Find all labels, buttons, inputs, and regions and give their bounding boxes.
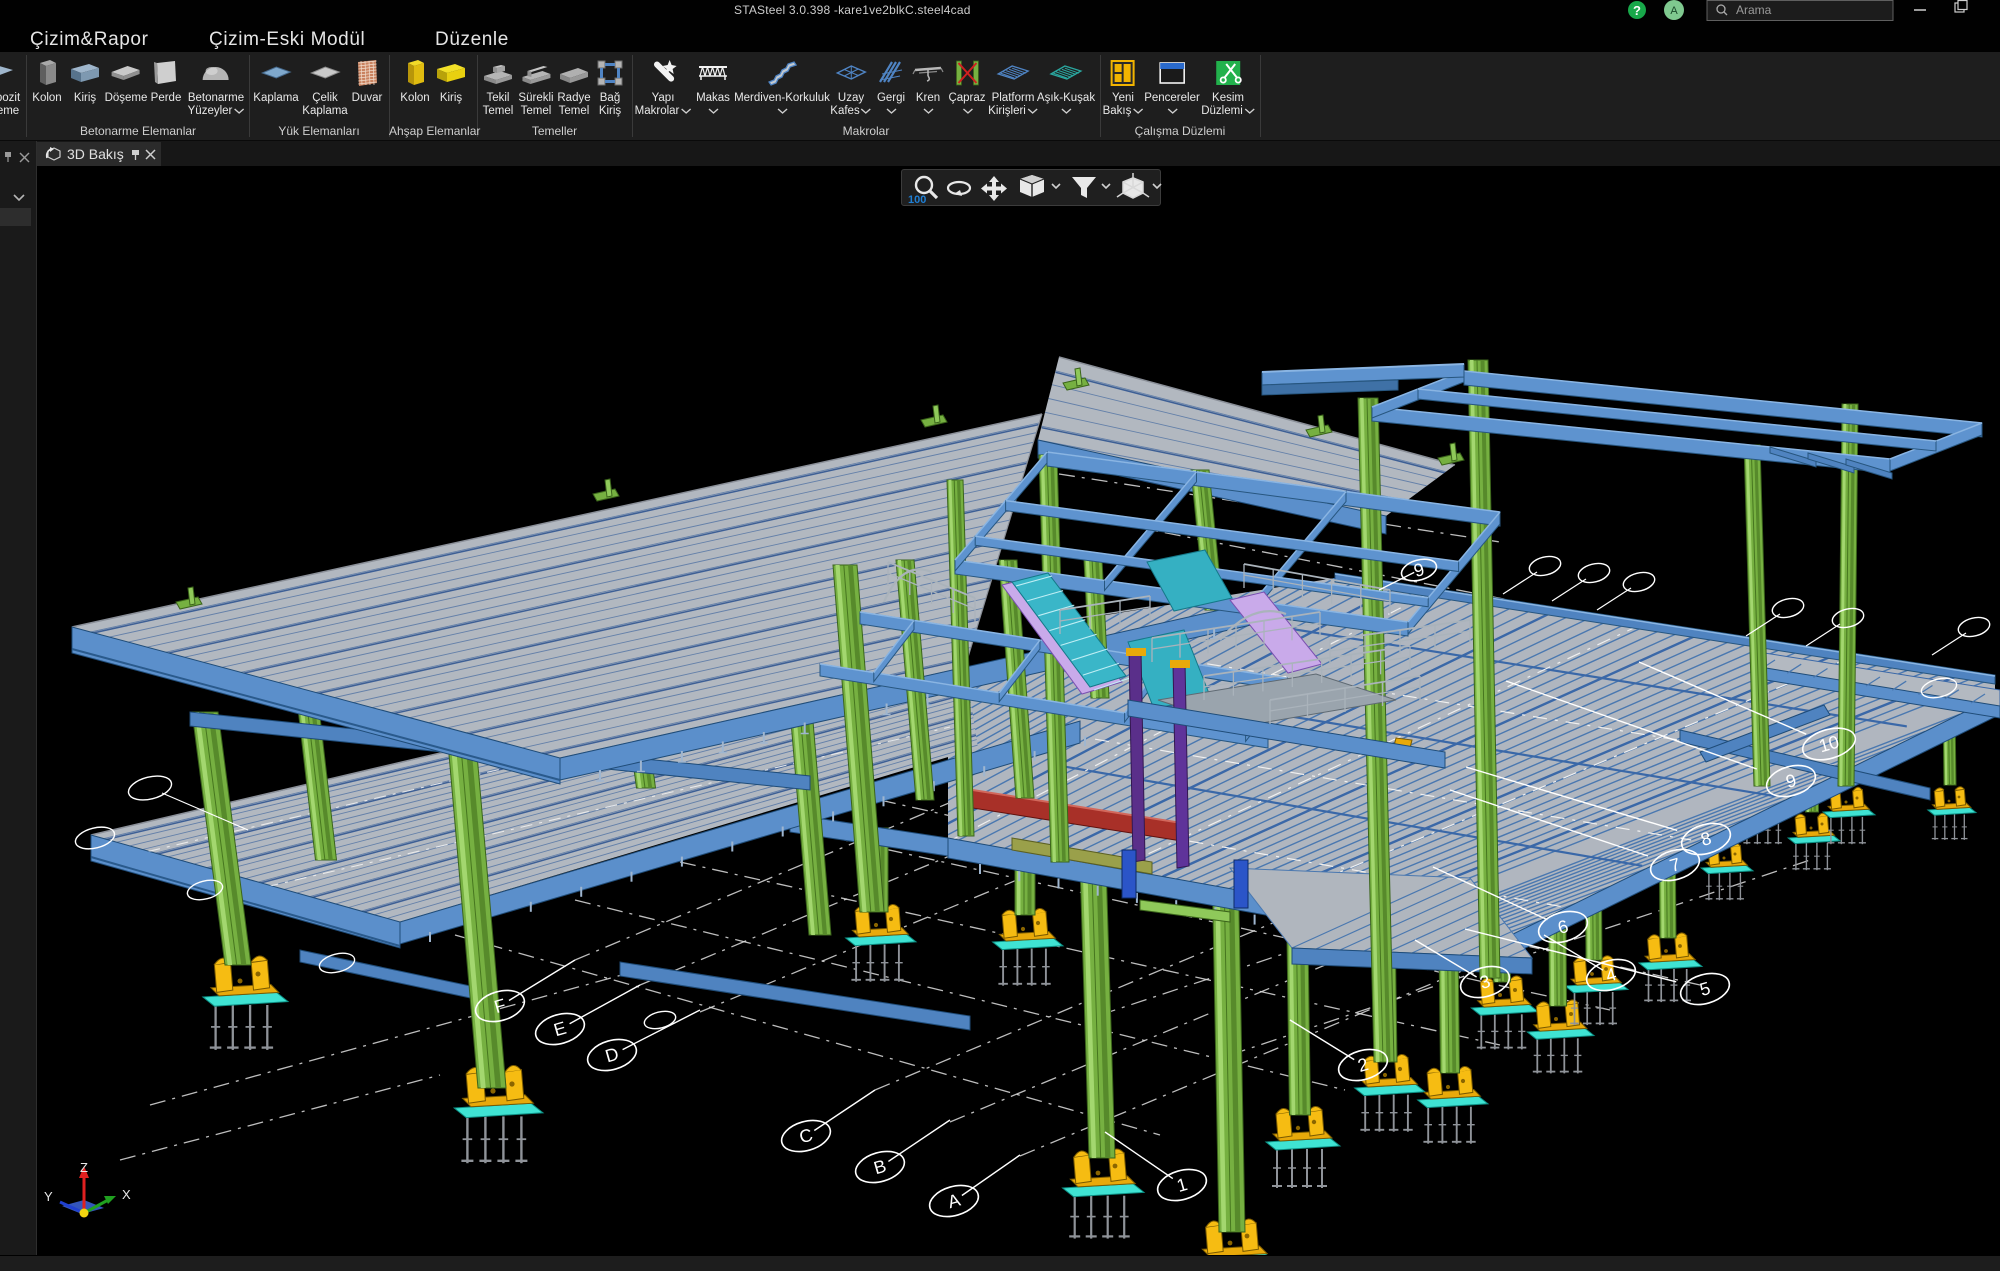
svg-text:100: 100 [908, 194, 926, 206]
svg-text:?: ? [1633, 3, 1641, 18]
svg-text:Arama: Arama [1736, 3, 1772, 17]
svg-text:Y: Y [44, 1189, 53, 1204]
svg-text:Z: Z [80, 1160, 88, 1175]
svg-text:X: X [122, 1187, 131, 1202]
svg-text:A: A [1670, 5, 1678, 17]
